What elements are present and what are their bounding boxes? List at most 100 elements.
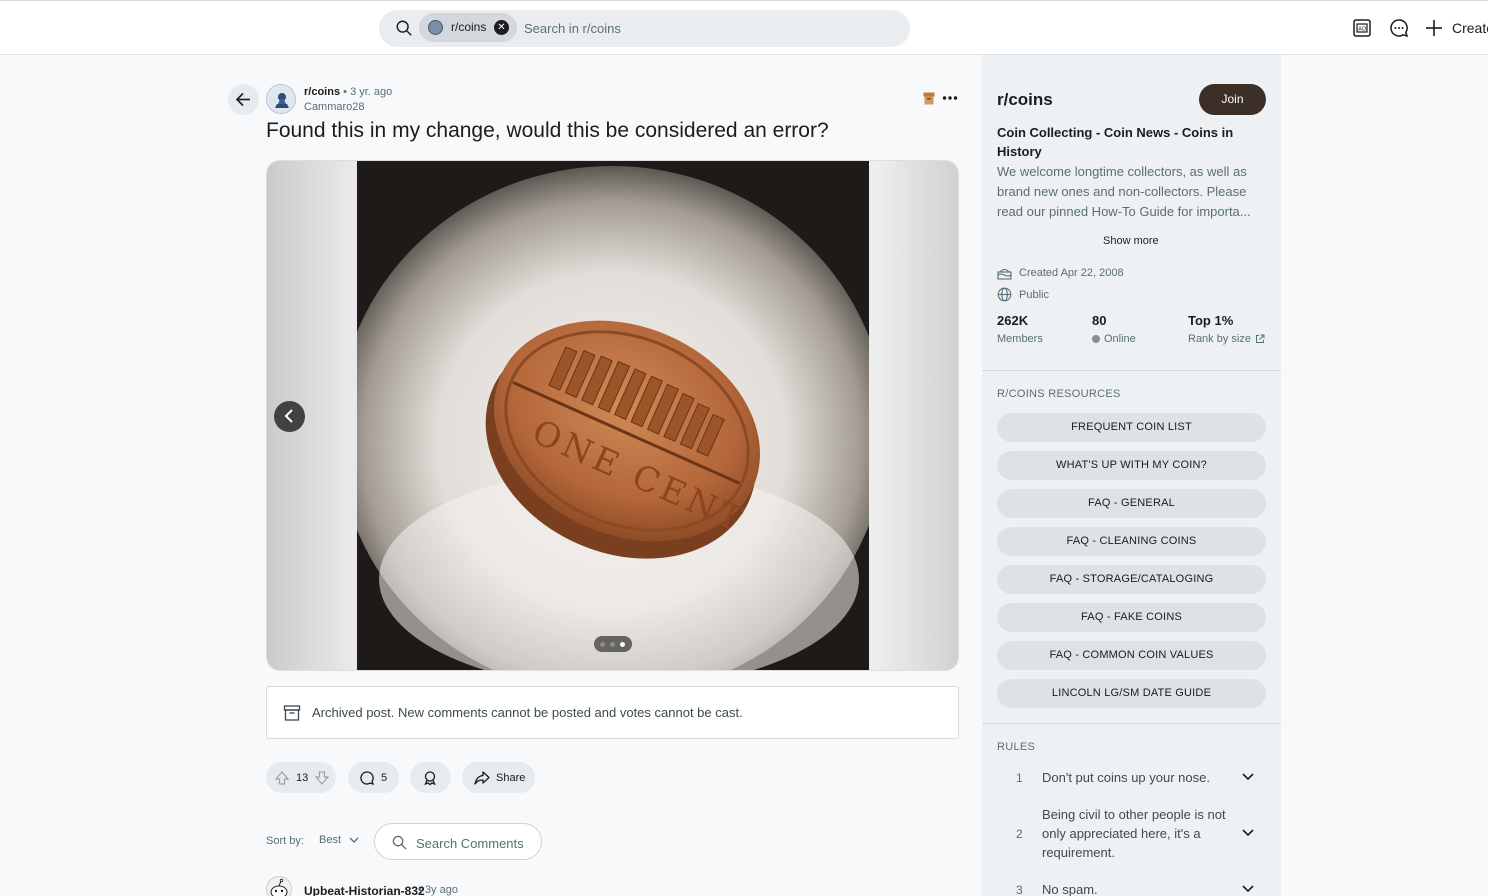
downvote-icon[interactable]: [314, 770, 330, 786]
sort-label: Sort by:: [266, 835, 304, 847]
search-scope-label: r/coins: [451, 20, 487, 34]
share-icon: [474, 770, 490, 785]
chevron-down-icon[interactable]: [1241, 828, 1255, 838]
award-icon: [424, 770, 436, 785]
meta-separator: •: [343, 86, 347, 98]
resource-link[interactable]: WHAT'S UP WITH MY COIN?: [997, 451, 1266, 480]
subreddit-logo-icon: [268, 86, 295, 113]
rank-label[interactable]: Rank by size: [1188, 333, 1265, 345]
gallery-dot[interactable]: [610, 642, 615, 647]
rule-text[interactable]: Don't put coins up your nose.: [1042, 768, 1238, 787]
sort-dropdown[interactable]: Best: [319, 834, 359, 846]
svg-text:AD: AD: [1358, 27, 1366, 33]
resource-link[interactable]: FAQ - STORAGE/CATALOGING: [997, 565, 1266, 594]
created-row: Created Apr 22, 2008: [997, 266, 1124, 280]
show-more-button[interactable]: Show more: [1103, 235, 1159, 247]
online-label: Online: [1092, 333, 1136, 345]
rank-value: Top 1%: [1188, 313, 1234, 328]
comment-author[interactable]: Upbeat-Historian-832: [304, 884, 425, 896]
search-icon: [392, 835, 407, 850]
rule-number: 3: [1016, 883, 1023, 896]
archived-notice: Archived post. New comments cannot be po…: [266, 686, 959, 739]
resource-link[interactable]: FAQ - COMMON COIN VALUES: [997, 641, 1266, 670]
gallery-dot[interactable]: [600, 642, 605, 647]
community-name: r/coins: [997, 90, 1053, 109]
community-title: Coin Collecting - Coin News - Coins in H…: [997, 125, 1234, 159]
award-button[interactable]: [410, 762, 451, 793]
rule-text[interactable]: Being civil to other people is not only …: [1042, 805, 1238, 862]
members-label: Members: [997, 333, 1043, 345]
post-author[interactable]: Cammaro28: [304, 101, 365, 113]
chat-button[interactable]: [1386, 15, 1412, 41]
join-button[interactable]: Join: [1199, 84, 1266, 115]
created-date: Created Apr 22, 2008: [1019, 267, 1124, 279]
rule-number: 1: [1016, 771, 1023, 785]
gallery-dot-active[interactable]: [620, 642, 625, 647]
comments-button[interactable]: 5: [348, 762, 399, 793]
share-label: Share: [496, 771, 526, 784]
chevron-down-icon[interactable]: [1241, 772, 1255, 782]
post-image-penny: ONE CENT: [357, 161, 869, 670]
share-button[interactable]: Share: [462, 762, 535, 793]
chevron-down-icon[interactable]: [1241, 884, 1255, 894]
commenter-avatar[interactable]: [266, 876, 292, 896]
comment-count: 5: [381, 771, 388, 784]
subreddit-link[interactable]: r/coins: [304, 86, 340, 98]
advertise-button[interactable]: AD: [1349, 15, 1375, 41]
clear-scope-icon[interactable]: ✕: [494, 20, 509, 35]
advertise-icon: AD: [1353, 19, 1371, 37]
online-label-text: Online: [1104, 333, 1136, 345]
chevron-down-icon: [349, 837, 359, 843]
more-horizontal-icon: [942, 96, 958, 100]
globe-icon: [997, 287, 1012, 302]
post-media-gallery[interactable]: ONE CENT: [266, 160, 959, 671]
subreddit-chip-avatar: [428, 20, 443, 35]
create-label: Create: [1452, 20, 1488, 36]
resource-link[interactable]: FREQUENT COIN LIST: [997, 413, 1266, 442]
resource-link[interactable]: FAQ - CLEANING COINS: [997, 527, 1266, 556]
rules-heading: RULES: [997, 741, 1036, 753]
rule-number: 2: [1016, 827, 1023, 841]
vote-count: 13: [296, 771, 309, 784]
sort-value: Best: [319, 834, 342, 846]
resource-link[interactable]: FAQ - GENERAL: [997, 489, 1266, 518]
comment-icon: [360, 770, 375, 785]
search-placeholder[interactable]: Search in r/coins: [524, 21, 621, 36]
online-dot-icon: [1092, 335, 1100, 343]
more-options-button[interactable]: [942, 92, 960, 106]
plus-icon: [1426, 20, 1442, 36]
archived-badge-icon: [923, 92, 935, 105]
post-age: 3 yr. ago: [350, 86, 393, 98]
create-button[interactable]: Create: [1424, 15, 1488, 41]
upvote-icon[interactable]: [274, 770, 290, 786]
comment-search-placeholder: Search Comments: [416, 836, 524, 851]
rule-text[interactable]: No spam.: [1042, 880, 1238, 896]
post-title[interactable]: Found this in my change, would this be c…: [266, 119, 966, 143]
resource-link[interactable]: FAQ - FAKE COINS: [997, 603, 1266, 632]
gallery-pagination: [594, 636, 632, 652]
visibility-value: Public: [1019, 288, 1049, 301]
comment-search-input[interactable]: Search Comments: [374, 823, 542, 860]
back-button[interactable]: [228, 84, 259, 115]
snoo-avatar-icon: [270, 878, 288, 896]
subreddit-avatar[interactable]: [266, 84, 296, 114]
resource-link[interactable]: LINCOLN LG/SM DATE GUIDE: [997, 679, 1266, 708]
top-header: Search in r/coins r/coins ✕ AD Create: [0, 0, 1488, 55]
archived-notice-text: Archived post. New comments cannot be po…: [312, 705, 743, 720]
archive-icon: [283, 705, 301, 721]
search-icon: [396, 20, 412, 36]
members-label-text: Members: [997, 333, 1043, 345]
gallery-prev-button[interactable]: [274, 401, 305, 432]
post-meta: r/coins • 3 yr. ago: [304, 86, 392, 98]
search-scope-chip[interactable]: r/coins ✕: [419, 13, 517, 42]
chevron-left-icon: [284, 409, 293, 423]
cake-icon: [997, 268, 1012, 280]
online-count: 80: [1092, 313, 1107, 328]
chat-icon: [1390, 19, 1409, 38]
comment-age-value: 3y ago: [424, 884, 458, 896]
community-description: We welcome longtime collectors, as well …: [997, 164, 1251, 219]
rank-label-text: Rank by size: [1188, 333, 1251, 345]
sidebar-divider: [982, 370, 1281, 371]
comment-age: • 3y ago: [418, 884, 458, 896]
resources-heading: R/COINS RESOURCES: [997, 388, 1121, 400]
